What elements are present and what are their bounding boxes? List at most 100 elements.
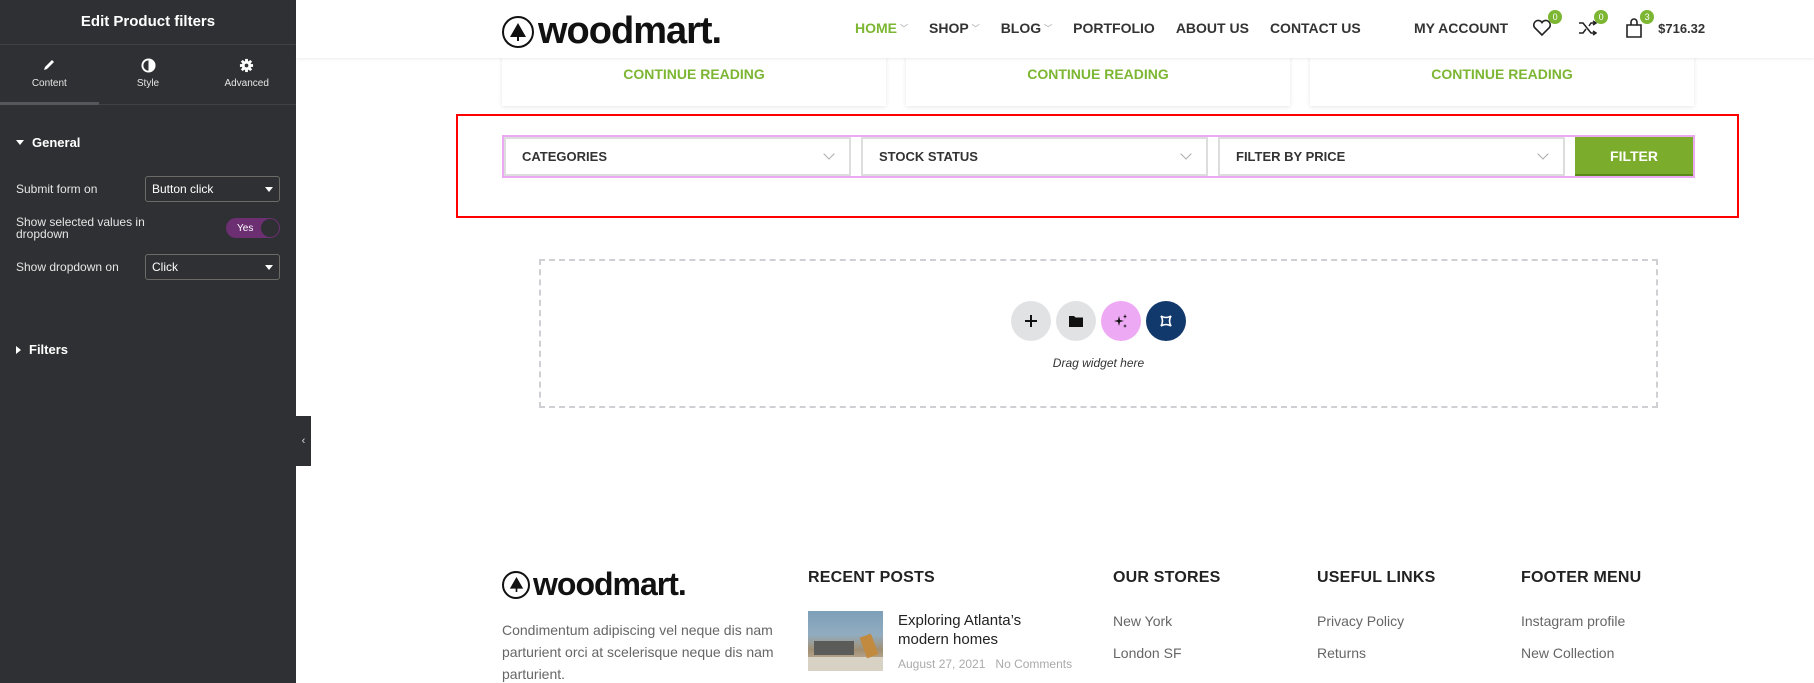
filters-section-header[interactable]: Filters: [16, 342, 280, 357]
nav-portfolio[interactable]: PORTFOLIO: [1073, 20, 1155, 36]
nav-shop[interactable]: SHOP ﹀: [929, 20, 980, 36]
nav-label: CONTACT US: [1269, 20, 1361, 36]
chevron-down-icon: [823, 148, 835, 160]
chevron-down-icon: ﹀: [900, 23, 908, 33]
tree-logo-icon: [502, 15, 534, 48]
nav-label: ABOUT US: [1175, 20, 1249, 36]
widget-drop-zone[interactable]: Drag widget here: [539, 259, 1658, 408]
cart-total[interactable]: $716.32: [1658, 21, 1705, 36]
chevron-down-icon: [1537, 148, 1549, 160]
cart-count-badge: 3: [1640, 10, 1655, 24]
nav-label: PORTFOLIO: [1073, 20, 1155, 36]
filter-gap: [851, 137, 861, 176]
tab-advanced[interactable]: Advanced: [197, 45, 296, 104]
recent-posts-column: RECENT POSTS: [808, 569, 935, 587]
header-actions: MY ACCOUNT 0 0 3 $716.32: [1414, 0, 1705, 56]
nav-label: SHOP: [929, 20, 969, 36]
filter-gap: [1208, 137, 1218, 176]
continue-reading-link[interactable]: CONTINUE READING: [502, 66, 886, 82]
my-account-link[interactable]: MY ACCOUNT: [1414, 20, 1508, 36]
footer-description: Condimentum adipiscing vel neque dis nam…: [502, 622, 774, 682]
stock-status-filter[interactable]: STOCK STATUS: [861, 137, 1208, 176]
stores-column: OUR STORES New York London SF: [1113, 569, 1221, 661]
filter-submit-button[interactable]: FILTER: [1575, 137, 1693, 176]
nav-contact-us[interactable]: CONTACT US: [1270, 20, 1361, 36]
ai-assistant-button[interactable]: [1101, 301, 1141, 341]
filter-label: CATEGORIES: [522, 149, 607, 164]
nav-label: BLOG: [1000, 20, 1042, 36]
shuffle-icon: [1579, 20, 1598, 36]
continue-reading-link[interactable]: CONTINUE READING: [1310, 66, 1694, 82]
pencil-icon: [0, 58, 99, 74]
cart-button[interactable]: 3: [1622, 10, 1655, 40]
footer-link[interactable]: New York: [1113, 613, 1221, 629]
price-filter[interactable]: FILTER BY PRICE: [1218, 137, 1565, 176]
nav-label: HOME: [855, 20, 897, 36]
add-template-button[interactable]: [1056, 301, 1096, 341]
filters-section: Filters: [0, 342, 296, 357]
nav-home[interactable]: HOME ﹀: [855, 20, 908, 36]
submit-form-select[interactable]: Button click: [145, 176, 280, 202]
panel-title: Edit Product filters: [0, 0, 296, 45]
show-dropdown-select[interactable]: Click: [145, 254, 280, 280]
add-icon: [1025, 315, 1037, 327]
footer-link[interactable]: Privacy Policy: [1317, 613, 1436, 629]
footer-link[interactable]: Instagram profile: [1521, 613, 1641, 629]
footer-menu-column: FOOTER MENU Instagram profile New Collec…: [1521, 569, 1641, 661]
footer-heading: USEFUL LINKS: [1317, 569, 1436, 586]
footer-heading: FOOTER MENU: [1521, 569, 1642, 586]
footer-link[interactable]: London SF: [1113, 645, 1221, 661]
site-header: woodmart. HOME ﹀ SHOP ﹀ BLOG ﹀ PORTFOLIO AB…: [296, 0, 1814, 58]
site-preview: woodmart. HOME ﹀ SHOP ﹀ BLOG ﹀ PORTFOLIO AB…: [296, 0, 1814, 683]
caret-down-icon: [265, 264, 273, 270]
post-thumbnail[interactable]: [808, 611, 883, 671]
submit-form-label: Submit form on: [16, 182, 98, 196]
add-section-button[interactable]: [1011, 301, 1051, 341]
drop-zone-actions: [541, 301, 1656, 341]
section-title: Filters: [29, 342, 69, 357]
tab-style[interactable]: Style: [99, 45, 198, 104]
product-filters-widget: CATEGORIES STOCK STATUS FILTER BY PRICE …: [502, 135, 1695, 178]
nav-blog[interactable]: BLOG ﹀: [1001, 20, 1052, 36]
footer-heading: OUR STORES: [1113, 569, 1221, 586]
show-dropdown-row: Show dropdown on Click: [16, 254, 280, 280]
tab-label: Advanced: [224, 78, 269, 89]
footer-heading: RECENT POSTS: [808, 569, 935, 586]
show-selected-row: Show selected values in dropdown Yes: [16, 216, 280, 240]
select-value: Click: [152, 260, 178, 274]
footer-link[interactable]: Returns: [1317, 645, 1436, 661]
general-section: General Submit form on Button click Show…: [0, 135, 296, 280]
filter-label: STOCK STATUS: [879, 149, 978, 164]
section-title: General: [32, 135, 81, 150]
footer-link[interactable]: New Collection: [1521, 645, 1641, 661]
tab-content[interactable]: Content: [0, 45, 99, 105]
filter-gap: [1565, 137, 1575, 176]
compare-button[interactable]: 0: [1576, 10, 1609, 40]
filter-label: FILTER BY PRICE: [1236, 149, 1346, 164]
categories-filter[interactable]: CATEGORIES: [504, 137, 851, 176]
post-comments-link[interactable]: No Comments: [995, 657, 1072, 671]
show-selected-toggle[interactable]: Yes: [226, 218, 280, 238]
site-logo[interactable]: woodmart.: [502, 10, 722, 53]
general-section-header[interactable]: General: [16, 135, 280, 150]
elementor-kit-icon: [1160, 315, 1172, 327]
tab-label: Style: [136, 78, 160, 89]
chevron-down-icon: ﹀: [1044, 23, 1053, 33]
submit-form-row: Submit form on Button click: [16, 176, 280, 202]
nav-about-us[interactable]: ABOUT US: [1176, 20, 1249, 36]
useful-links-column: USEFUL LINKS Privacy Policy Returns: [1317, 569, 1436, 661]
post-title-link[interactable]: Exploring Atlanta’s modern homes: [898, 611, 1048, 649]
show-selected-label: Show selected values in dropdown: [16, 215, 145, 241]
select-value: Button click: [152, 182, 214, 196]
toggle-knob: [261, 219, 279, 237]
chevron-down-icon: [1180, 148, 1192, 160]
editor-panel: Edit Product filters Content Style Advan…: [0, 0, 296, 683]
caret-down-icon: [265, 186, 273, 192]
folder-icon: [1069, 316, 1083, 327]
wishlist-button[interactable]: 0: [1530, 10, 1563, 40]
post-meta: August 27, 2021 No Comments: [898, 657, 1072, 671]
contrast-icon: [99, 58, 198, 74]
continue-reading-link[interactable]: CONTINUE READING: [906, 66, 1290, 82]
elementor-kit-button[interactable]: [1146, 301, 1186, 341]
footer-logo[interactable]: woodmart.: [502, 566, 687, 603]
